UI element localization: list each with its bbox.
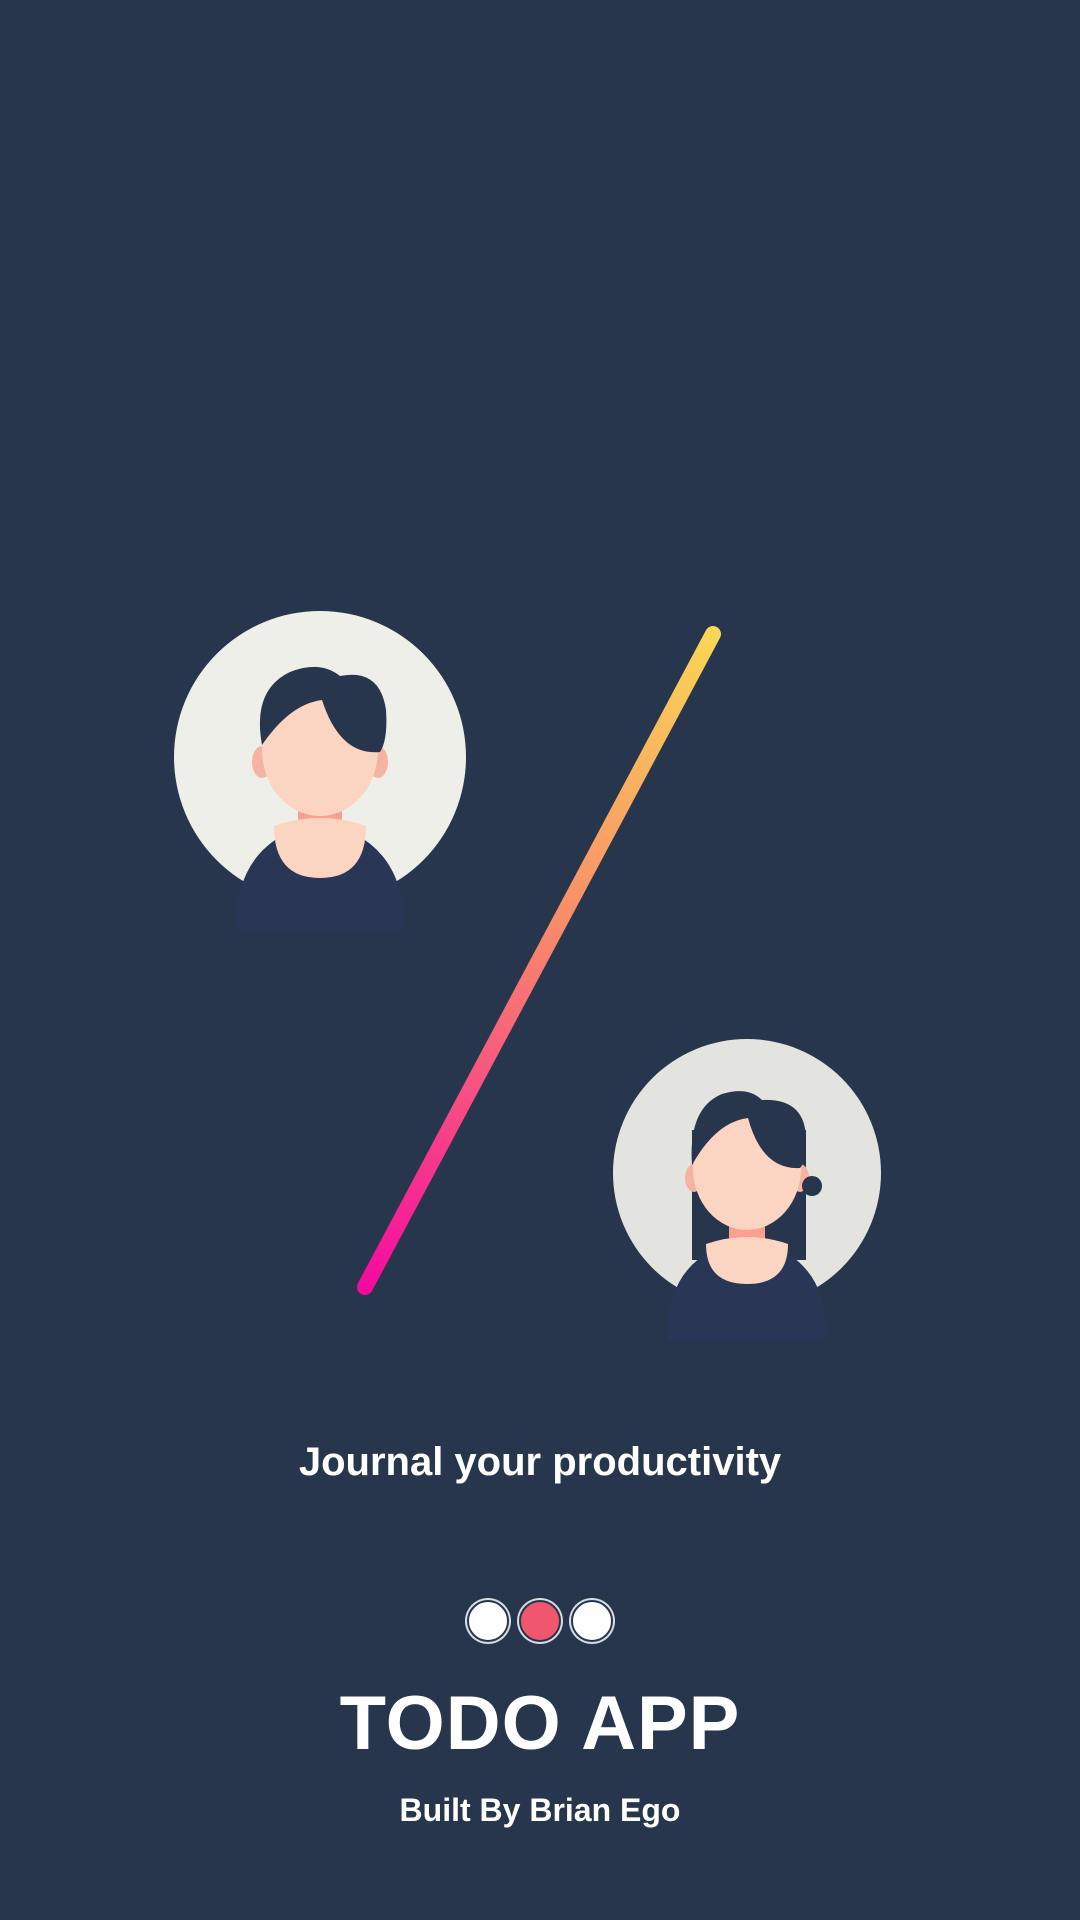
page-indicator (0, 1600, 1080, 1642)
onboarding-illustration (174, 611, 881, 1340)
female-avatar-icon (613, 1039, 881, 1340)
app-title: TODO APP (339, 1681, 741, 1766)
onboarding-screen: Journal your productivity TODO APP Built… (0, 0, 1080, 1920)
page-dot-2[interactable] (519, 1600, 561, 1642)
male-avatar-icon (174, 611, 466, 930)
onboarding-tagline: Journal your productivity (298, 1440, 782, 1484)
page-dot-1[interactable] (467, 1600, 509, 1642)
page-dot-3[interactable] (571, 1600, 613, 1642)
app-credit: Built By Brian Ego (399, 1792, 681, 1828)
